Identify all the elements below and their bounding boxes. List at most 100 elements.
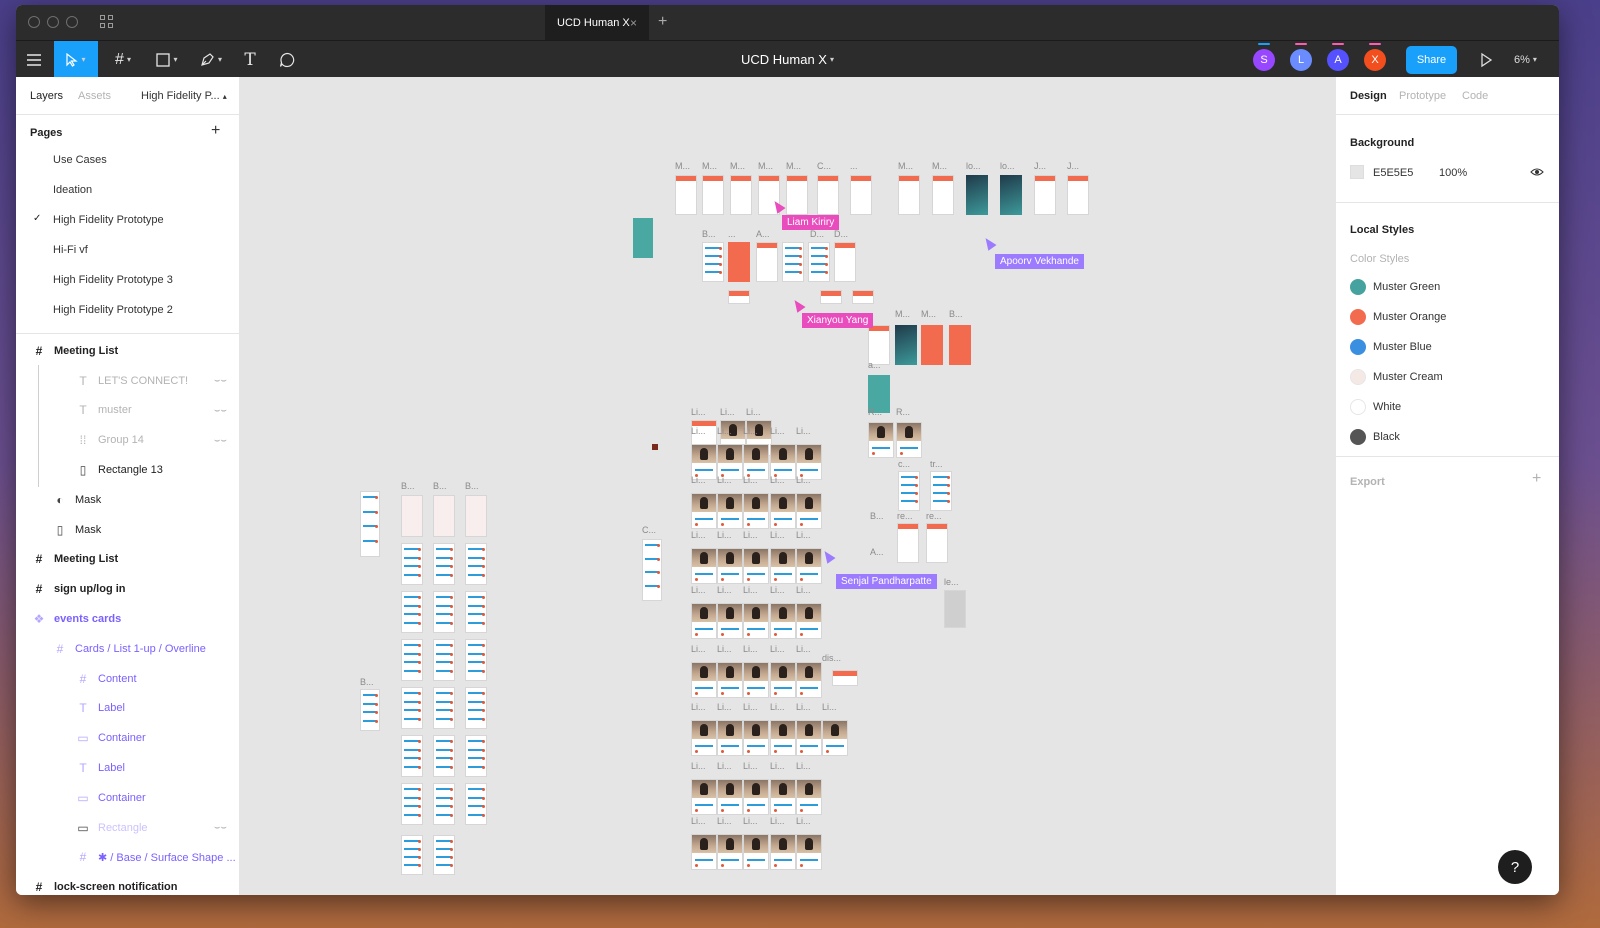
profile-card[interactable] [822,720,848,756]
layer-row[interactable]: # Meeting List [16,336,239,366]
profile-card[interactable] [796,603,822,639]
frame-thumbnail[interactable] [932,175,954,215]
frame-thumbnail[interactable] [433,495,455,537]
frame-thumbnail[interactable] [433,835,455,875]
layer-row[interactable]: # sign up/log in [16,574,239,604]
profile-card[interactable] [717,603,743,639]
help-button[interactable]: ? [1498,850,1532,884]
zoom-dropdown[interactable]: 6% ▾ [1514,41,1537,78]
frame-thumbnail[interactable] [433,687,455,729]
collaborator-avatar[interactable]: X [1364,43,1386,71]
profile-card[interactable] [796,548,822,584]
frame-thumbnail[interactable] [360,689,380,731]
frame-thumbnail[interactable] [1034,175,1056,215]
maximize-window-button[interactable] [66,16,78,28]
add-export-icon[interactable]: + [1532,470,1541,488]
page-item[interactable]: High Fidelity Prototype 2 [16,295,239,325]
frame-thumbnail[interactable] [756,242,778,282]
layer-row[interactable]: ❖ events cards [16,604,239,634]
frame-thumbnail[interactable] [401,783,423,825]
profile-card[interactable] [770,548,796,584]
frame-thumbnail[interactable] [868,325,890,365]
small-element[interactable] [652,444,658,450]
layer-row[interactable]: # Meeting List [16,545,239,575]
frame-thumbnail[interactable] [728,290,750,304]
background-swatch[interactable] [1350,165,1364,179]
profile-card[interactable] [691,493,717,529]
page-item[interactable]: ✓ High Fidelity Prototype [16,205,239,235]
profile-card[interactable] [796,779,822,815]
frame-thumbnail[interactable] [930,471,952,511]
layer-row[interactable]: # Cards / List 1-up / Overline [16,634,239,664]
hidden-eye-icon[interactable]: ⌣⌣ [214,822,227,833]
page-item[interactable]: Use Cases [16,145,239,175]
color-style-item[interactable]: Muster Cream [1336,362,1559,392]
home-grid-icon[interactable] [100,15,114,29]
frame-thumbnail[interactable] [433,543,455,585]
profile-card[interactable] [717,779,743,815]
profile-card[interactable] [796,662,822,698]
profile-card[interactable] [717,548,743,584]
page-item[interactable]: Hi-Fi vf [16,235,239,265]
pen-tool-button[interactable]: ▾ [194,41,228,78]
profile-card[interactable] [796,834,822,870]
profile-card[interactable] [691,548,717,584]
frame-thumbnail[interactable] [465,591,487,633]
layer-row[interactable]: ▭ Container [16,723,239,753]
move-tool-button[interactable]: ▾ [54,41,98,78]
close-window-button[interactable] [28,16,40,28]
frame-thumbnail[interactable] [944,590,966,628]
page-switcher[interactable]: High Fidelity P... ▴ [141,90,227,102]
frame-thumbnail[interactable] [675,175,697,215]
color-style-item[interactable]: Muster Blue [1336,332,1559,362]
page-item[interactable]: High Fidelity Prototype 3 [16,265,239,295]
tab-code[interactable]: Code [1462,90,1488,102]
frame-thumbnail[interactable] [1067,175,1089,215]
close-tab-icon[interactable]: × [630,16,637,30]
frame-thumbnail[interactable] [433,591,455,633]
eye-icon[interactable] [1530,167,1544,177]
profile-card[interactable] [770,662,796,698]
frame-thumbnail[interactable] [850,175,872,215]
profile-card[interactable] [743,603,769,639]
frame-thumbnail[interactable] [702,175,724,215]
frame-thumbnail[interactable] [401,687,423,729]
profile-card[interactable] [796,493,822,529]
frame-thumbnail[interactable] [465,495,487,537]
layer-row[interactable]: T Label [16,753,239,783]
frame-thumbnail[interactable] [401,835,423,875]
frame-thumbnail[interactable] [433,783,455,825]
profile-card[interactable] [717,662,743,698]
layer-row[interactable]: ⁞⁞ Group 14 ⌣⌣ [16,425,239,455]
shape-tool-button[interactable]: ▾ [150,41,184,78]
profile-card[interactable] [743,779,769,815]
frame-thumbnail[interactable] [730,175,752,215]
frame-thumbnail[interactable] [433,735,455,777]
profile-card[interactable] [743,493,769,529]
profile-card[interactable] [743,720,769,756]
profile-card[interactable] [717,493,743,529]
hidden-eye-icon[interactable]: ⌣⌣ [214,375,227,386]
minimize-window-button[interactable] [47,16,59,28]
frame-thumbnail[interactable] [401,543,423,585]
frame-thumbnail[interactable] [966,175,988,215]
frame-thumbnail[interactable] [786,175,808,215]
profile-card[interactable] [691,834,717,870]
color-style-item[interactable]: Muster Green [1336,272,1559,302]
document-tab[interactable]: UCD Human X × [545,5,649,40]
page-item[interactable]: Ideation [16,175,239,205]
collaborator-avatar[interactable]: S [1253,43,1275,71]
color-style-item[interactable]: Muster Orange [1336,302,1559,332]
frame-thumbnail[interactable] [1000,175,1022,215]
profile-card[interactable] [717,720,743,756]
frame-thumbnail[interactable] [832,670,858,686]
profile-card[interactable] [770,493,796,529]
profile-card[interactable] [691,662,717,698]
frame-thumbnail[interactable] [465,687,487,729]
profile-card[interactable] [770,603,796,639]
hidden-eye-icon[interactable]: ⌣⌣ [214,405,227,416]
frame-thumbnail[interactable] [820,290,842,304]
layer-row[interactable]: T Label [16,694,239,724]
comment-tool-button[interactable] [274,41,300,78]
collaborator-avatar[interactable]: A [1327,43,1349,71]
